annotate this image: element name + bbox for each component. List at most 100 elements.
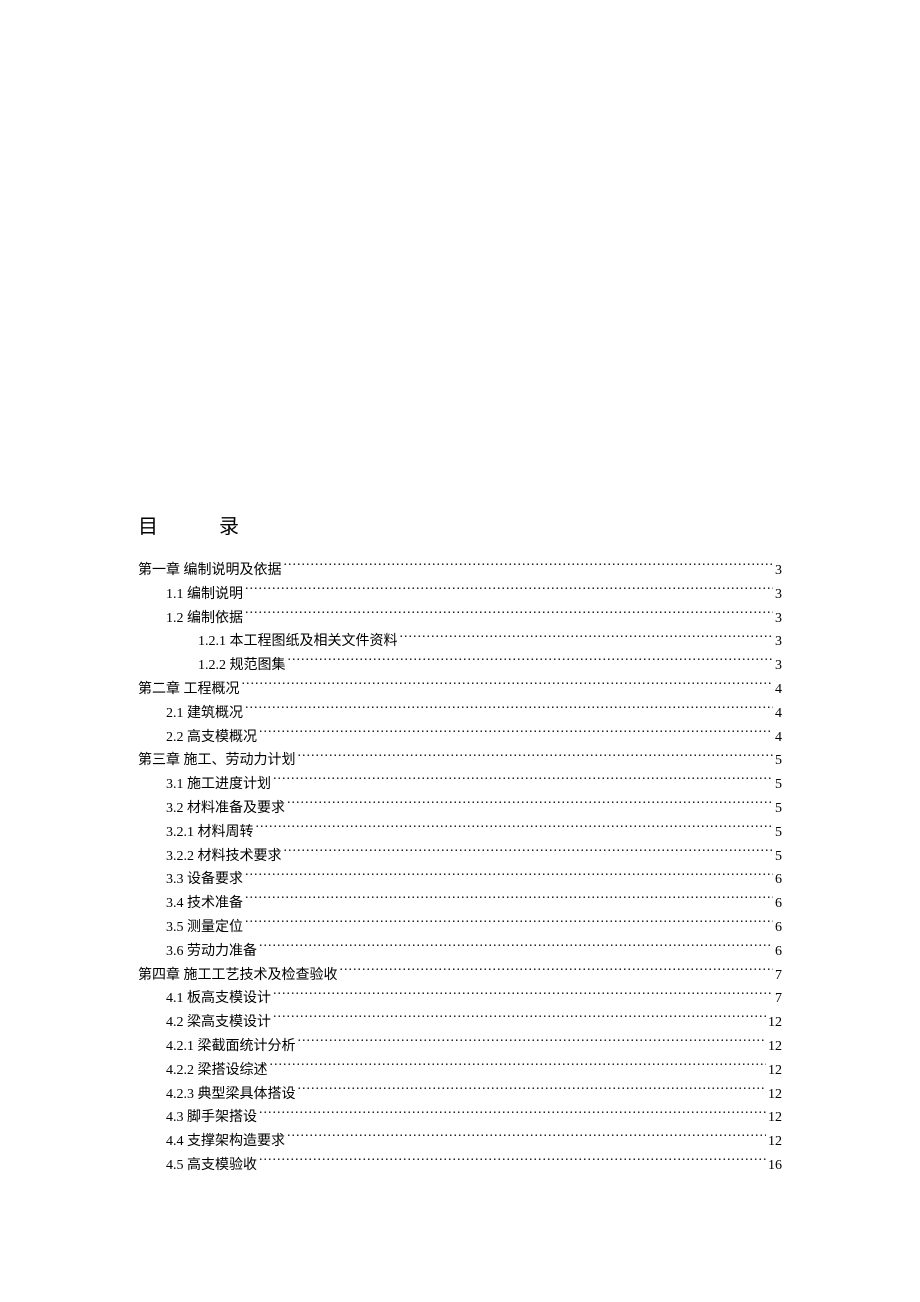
toc-entry[interactable]: 4.4 支撑架构造要求 12 [166, 1130, 782, 1154]
toc-entry-page: 3 [775, 583, 782, 607]
toc-leader-dots [259, 1107, 766, 1121]
toc-entry-text: 3.2 材料准备及要求 [166, 797, 285, 821]
toc-entry-page: 6 [775, 940, 782, 964]
toc-leader-dots [245, 608, 773, 622]
toc-entry[interactable]: 4.2.3 典型梁具体搭设 12 [166, 1083, 782, 1107]
toc-leader-dots [284, 846, 774, 860]
toc-entry[interactable]: 3.2 材料准备及要求 5 [166, 797, 782, 821]
toc-entry-page: 4 [775, 678, 782, 702]
toc-entry-text: 4.2.1 梁截面统计分析 [166, 1035, 296, 1059]
toc-leader-dots [242, 679, 774, 693]
toc-entry-text: 3.1 施工进度计划 [166, 773, 271, 797]
toc-entry-text: 4.5 高支模验收 [166, 1154, 257, 1178]
toc-leader-dots [245, 584, 773, 598]
toc-entry-page: 6 [775, 868, 782, 892]
toc-entry-text: 1.2.2 规范图集 [198, 654, 286, 678]
toc-entry-page: 3 [775, 559, 782, 583]
toc-entry[interactable]: 3.1 施工进度计划 5 [166, 773, 782, 797]
toc-leader-dots [298, 750, 774, 764]
toc-entry[interactable]: 4.2 梁高支模设计 12 [166, 1011, 782, 1035]
toc-entry-page: 4 [775, 726, 782, 750]
toc-entry-page: 5 [775, 797, 782, 821]
toc-leader-dots [270, 1060, 767, 1074]
toc-entry-text: 1.1 编制说明 [166, 583, 243, 607]
toc-title: 目 录 [138, 510, 782, 539]
toc-entry[interactable]: 4.2.1 梁截面统计分析 12 [166, 1035, 782, 1059]
toc-leader-dots [273, 1012, 766, 1026]
toc-entry-text: 3.4 技术准备 [166, 892, 243, 916]
toc-leader-dots [245, 703, 773, 717]
toc-entry-page: 6 [775, 892, 782, 916]
toc-entry[interactable]: 3.3 设备要求 6 [166, 868, 782, 892]
toc-entry-page: 5 [775, 773, 782, 797]
toc-entry-text: 第三章 施工、劳动力计划 [138, 749, 296, 773]
toc-leader-dots [400, 631, 774, 645]
toc-leader-dots [288, 655, 774, 669]
toc-entry-text: 4.2.2 梁搭设综述 [166, 1059, 268, 1083]
toc-entry-text: 3.6 劳动力准备 [166, 940, 257, 964]
toc-entry-text: 第四章 施工工艺技术及检查验收 [138, 964, 338, 988]
toc-entry-text: 2.1 建筑概况 [166, 702, 243, 726]
toc-entry-page: 12 [768, 1035, 782, 1059]
toc-entry-page: 3 [775, 630, 782, 654]
toc-leader-dots [340, 965, 774, 979]
toc-entry-text: 3.2.2 材料技术要求 [166, 845, 282, 869]
toc-entry[interactable]: 2.1 建筑概况 4 [166, 702, 782, 726]
toc-entry-page: 3 [775, 607, 782, 631]
toc-entry[interactable]: 4.5 高支模验收 16 [166, 1154, 782, 1178]
toc-entry[interactable]: 3.4 技术准备 6 [166, 892, 782, 916]
toc-leader-dots [259, 941, 773, 955]
toc-entry[interactable]: 第三章 施工、劳动力计划 5 [138, 749, 782, 773]
toc-entry[interactable]: 1.2.1 本工程图纸及相关文件资料3 [198, 630, 782, 654]
toc-entry-page: 3 [775, 654, 782, 678]
toc-leader-dots [259, 727, 773, 741]
toc-entry-page: 5 [775, 749, 782, 773]
toc-leader-dots [287, 1131, 766, 1145]
toc-leader-dots [273, 988, 773, 1002]
toc-entry-text: 1.2 编制依据 [166, 607, 243, 631]
toc-entry-page: 4 [775, 702, 782, 726]
document-page: 目 录 第一章 编制说明及依据31.1 编制说明31.2 编制依据31.2.1 … [0, 0, 920, 1178]
toc-entry-text: 3.5 测量定位 [166, 916, 243, 940]
toc-entry-text: 第二章 工程概况 [138, 678, 240, 702]
toc-leader-dots [259, 1155, 766, 1169]
toc-entry-page: 12 [768, 1106, 782, 1130]
toc-list: 第一章 编制说明及依据31.1 编制说明31.2 编制依据31.2.1 本工程图… [138, 559, 782, 1178]
toc-entry[interactable]: 3.2.1 材料周转5 [166, 821, 782, 845]
toc-entry-text: 4.3 脚手架搭设 [166, 1106, 257, 1130]
toc-entry[interactable]: 第四章 施工工艺技术及检查验收 7 [138, 964, 782, 988]
toc-entry[interactable]: 第一章 编制说明及依据 3 [138, 559, 782, 583]
toc-entry-text: 3.3 设备要求 [166, 868, 243, 892]
toc-entry[interactable]: 3.6 劳动力准备 6 [166, 940, 782, 964]
toc-entry[interactable]: 第二章 工程概况 4 [138, 678, 782, 702]
toc-entry-page: 7 [775, 964, 782, 988]
toc-entry-page: 12 [768, 1011, 782, 1035]
toc-entry[interactable]: 4.2.2 梁搭设综述 12 [166, 1059, 782, 1083]
toc-entry[interactable]: 1.2.2 规范图集 3 [198, 654, 782, 678]
toc-entry-page: 16 [768, 1154, 782, 1178]
toc-leader-dots [284, 560, 774, 574]
toc-entry-text: 4.4 支撑架构造要求 [166, 1130, 285, 1154]
toc-entry[interactable]: 1.2 编制依据 3 [166, 607, 782, 631]
toc-entry[interactable]: 3.2.2 材料技术要求5 [166, 845, 782, 869]
toc-leader-dots [298, 1036, 767, 1050]
toc-entry[interactable]: 2.2 高支模概况 4 [166, 726, 782, 750]
toc-entry-page: 7 [775, 987, 782, 1011]
toc-entry-page: 12 [768, 1130, 782, 1154]
toc-entry-page: 6 [775, 916, 782, 940]
toc-entry-text: 4.1 板高支模设计 [166, 987, 271, 1011]
toc-entry-text: 第一章 编制说明及依据 [138, 559, 282, 583]
toc-entry[interactable]: 3.5 测量定位 6 [166, 916, 782, 940]
toc-entry-page: 12 [768, 1083, 782, 1107]
toc-leader-dots [273, 774, 773, 788]
toc-leader-dots [287, 798, 773, 812]
toc-leader-dots [256, 822, 774, 836]
toc-entry-text: 4.2.3 典型梁具体搭设 [166, 1083, 296, 1107]
toc-leader-dots [245, 917, 773, 931]
toc-entry[interactable]: 4.1 板高支模设计 7 [166, 987, 782, 1011]
toc-entry[interactable]: 1.1 编制说明 3 [166, 583, 782, 607]
toc-entry[interactable]: 4.3 脚手架搭设 12 [166, 1106, 782, 1130]
toc-entry-text: 4.2 梁高支模设计 [166, 1011, 271, 1035]
toc-entry-page: 12 [768, 1059, 782, 1083]
toc-entry-text: 2.2 高支模概况 [166, 726, 257, 750]
